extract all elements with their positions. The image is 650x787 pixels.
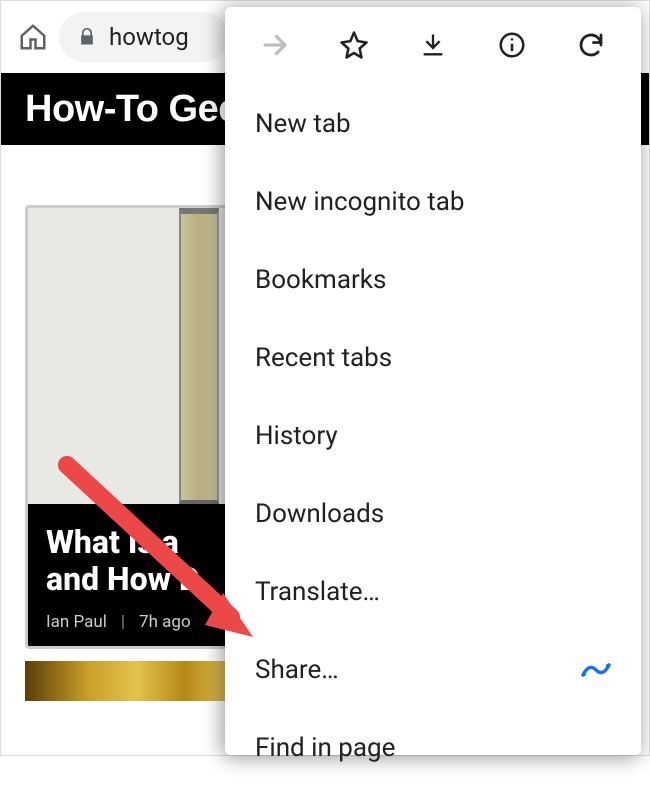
menu-item-label: Share… bbox=[255, 655, 339, 685]
refresh-icon bbox=[576, 30, 606, 60]
article-time: 7h ago bbox=[139, 612, 191, 632]
bookmark-button[interactable] bbox=[332, 23, 376, 67]
refresh-button[interactable] bbox=[569, 23, 613, 67]
menu-item-label: Downloads bbox=[255, 499, 384, 529]
article-title-line1: What Is a bbox=[46, 523, 179, 561]
menu-item-translate[interactable]: Translate… bbox=[225, 553, 641, 631]
menu-item-label: History bbox=[255, 421, 338, 451]
lock-icon bbox=[77, 27, 97, 47]
article-title-line2: and How D bbox=[46, 560, 200, 598]
download-button[interactable] bbox=[411, 23, 455, 67]
forward-button[interactable] bbox=[253, 23, 297, 67]
home-button[interactable] bbox=[15, 19, 51, 55]
menu-item-label: New tab bbox=[255, 109, 351, 139]
menu-item-history[interactable]: History bbox=[225, 397, 641, 475]
article-author: Ian Paul bbox=[46, 612, 107, 632]
menu-item-bookmarks[interactable]: Bookmarks bbox=[225, 241, 641, 319]
home-icon bbox=[18, 22, 48, 52]
menu-item-new-tab[interactable]: New tab bbox=[225, 85, 641, 163]
download-icon bbox=[419, 31, 447, 59]
info-icon bbox=[497, 30, 527, 60]
menu-item-label: Bookmarks bbox=[255, 265, 386, 295]
menu-item-label: Translate… bbox=[255, 577, 380, 607]
url-text: howtog bbox=[109, 23, 189, 51]
menu-item-recent-tabs[interactable]: Recent tabs bbox=[225, 319, 641, 397]
menu-item-label: Recent tabs bbox=[255, 343, 392, 373]
menu-item-downloads[interactable]: Downloads bbox=[225, 475, 641, 553]
menu-item-incognito[interactable]: New incognito tab bbox=[225, 163, 641, 241]
menu-item-share[interactable]: Share… bbox=[225, 631, 641, 709]
overflow-menu: New tab New incognito tab Bookmarks Rece… bbox=[225, 7, 641, 755]
address-bar[interactable]: howtog bbox=[59, 12, 229, 62]
info-button[interactable] bbox=[490, 23, 534, 67]
menu-item-find-in-page[interactable]: Find in page bbox=[225, 709, 641, 787]
menu-iconbar bbox=[225, 13, 641, 77]
meta-separator: | bbox=[121, 612, 125, 632]
star-icon bbox=[339, 30, 369, 60]
menu-items: New tab New incognito tab Bookmarks Rece… bbox=[225, 77, 641, 787]
menu-item-label: Find in page bbox=[255, 733, 395, 763]
share-icon bbox=[581, 661, 611, 679]
forward-icon bbox=[260, 30, 290, 60]
menu-item-label: New incognito tab bbox=[255, 187, 465, 217]
